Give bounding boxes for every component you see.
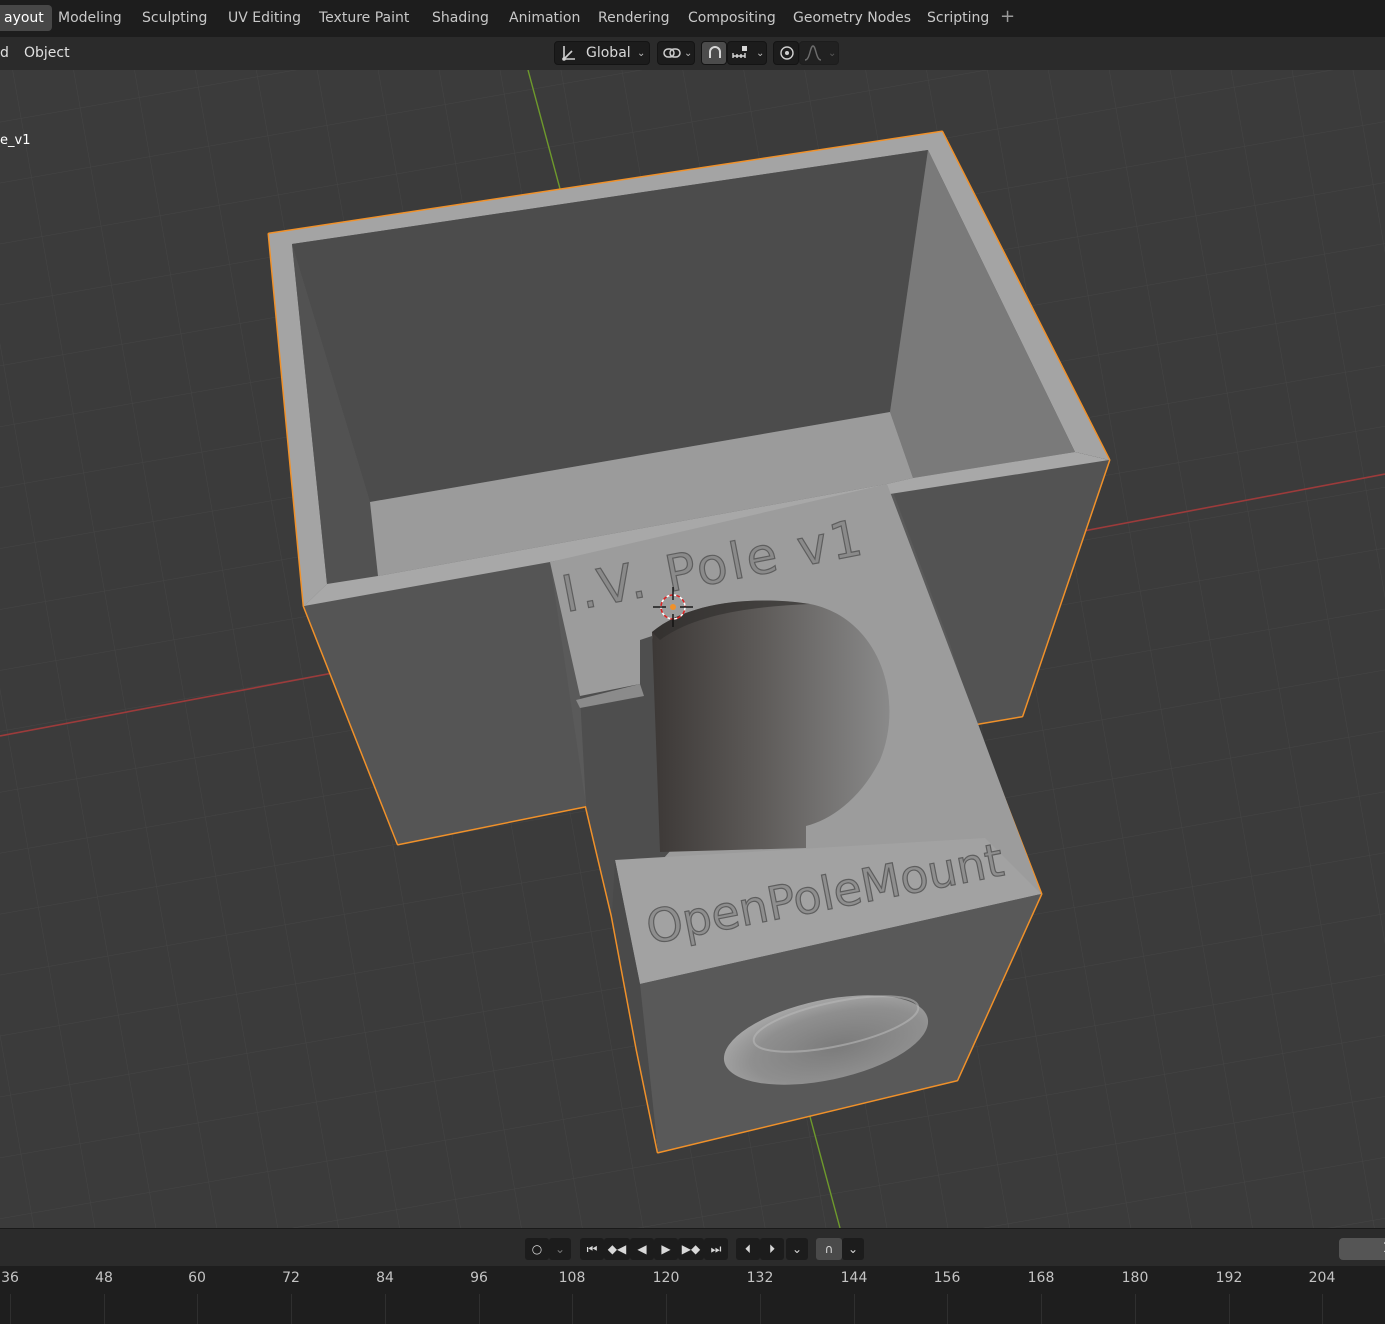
jump-end-icon: ⏭ <box>710 1242 722 1256</box>
ruler-label: 120 <box>652 1270 680 1286</box>
play-button[interactable]: ▶ <box>654 1238 678 1260</box>
ruler-label: 96 <box>470 1270 488 1286</box>
snap-target-dropdown[interactable]: ⌄ <box>727 41 767 65</box>
ruler-label: 204 <box>1308 1270 1336 1286</box>
ruler-gridline <box>1041 1294 1042 1324</box>
workspace-tab-bar: ayout Modeling Sculpting UV Editing Text… <box>0 0 1385 38</box>
ruler-gridline <box>760 1294 761 1324</box>
ruler-label: 84 <box>376 1270 394 1286</box>
ruler-gridline <box>854 1294 855 1324</box>
ruler-label: 132 <box>746 1270 774 1286</box>
transform-orientation-dropdown[interactable]: Global ⌄ <box>554 41 650 65</box>
ruler-label: 168 <box>1027 1270 1055 1286</box>
play-reverse-icon: ◀ <box>637 1242 647 1256</box>
snap-dropdown[interactable]: ⌄ <box>842 1238 864 1260</box>
ruler-gridline <box>947 1294 948 1324</box>
ruler-label: 48 <box>95 1270 113 1286</box>
snap-increment-icon <box>731 44 749 69</box>
timeline-header: ○ ⌄ ⏮ ◆◀ ◀ ▶ ▶◆ ⏭ ⏴ ⏵ ⌄ ∩ ⌄ 1 <box>0 1228 1385 1267</box>
chevron-down-icon: ⌄ <box>828 48 837 59</box>
proportional-edit-toggle[interactable] <box>773 41 799 65</box>
pivot-point-dropdown[interactable]: ⌄ <box>657 41 695 65</box>
3d-viewport[interactable]: I.V. Pole v1 OpenPoleMount e_v1 <box>0 70 1385 1228</box>
ruler-gridline <box>385 1294 386 1324</box>
ruler-gridline <box>10 1294 11 1324</box>
next-frame-icon: ⏵ <box>768 1242 775 1256</box>
snap-magnet-icon <box>706 44 724 69</box>
ruler-label: 60 <box>188 1270 206 1286</box>
play-icon: ▶ <box>661 1242 671 1256</box>
menu-add[interactable]: d <box>0 41 13 65</box>
tab-rendering[interactable]: Rendering <box>590 5 678 31</box>
ruler-label: 36 <box>1 1270 19 1286</box>
next-keyframe-button[interactable]: ▶◆ <box>678 1238 704 1260</box>
ruler-label: 180 <box>1121 1270 1149 1286</box>
tab-animation[interactable]: Animation <box>501 5 588 31</box>
ruler-gridline <box>572 1294 573 1324</box>
ruler-gridline <box>479 1294 480 1324</box>
chevron-down-icon: ⌄ <box>554 1242 566 1256</box>
play-reverse-button[interactable]: ◀ <box>630 1238 654 1260</box>
tab-uv-editing[interactable]: UV Editing <box>220 5 309 31</box>
next-keyframe-icon: ▶◆ <box>681 1242 701 1256</box>
prev-keyframe-button[interactable]: ◆◀ <box>604 1238 630 1260</box>
auto-snap-toggle[interactable]: ∩ <box>816 1238 842 1260</box>
tab-texture-paint[interactable]: Texture Paint <box>311 5 417 31</box>
transform-orientation-icon <box>561 42 577 71</box>
tab-layout[interactable]: ayout <box>0 5 52 31</box>
ruler-label: 144 <box>840 1270 868 1286</box>
falloff-curve-icon <box>804 44 822 69</box>
ruler-gridline <box>197 1294 198 1324</box>
snap-magnet-icon: ∩ <box>824 1242 834 1256</box>
ruler-gridline <box>1322 1294 1323 1324</box>
tab-shading[interactable]: Shading <box>424 5 497 31</box>
tab-modeling[interactable]: Modeling <box>50 5 130 31</box>
active-object-name: e_v1 <box>0 133 31 148</box>
prev-frame-icon: ⏴ <box>744 1242 751 1256</box>
prev-keyframe-icon: ◆◀ <box>607 1242 627 1256</box>
playback-dropdown[interactable]: ⌄ <box>786 1238 808 1260</box>
ruler-gridline <box>1229 1294 1230 1324</box>
orientation-label: Global <box>586 45 631 61</box>
tab-sculpting[interactable]: Sculpting <box>134 5 215 31</box>
jump-start-icon: ⏮ <box>586 1242 598 1256</box>
ruler-gridline <box>666 1294 667 1324</box>
tab-scripting[interactable]: Scripting <box>919 5 997 31</box>
next-frame-button[interactable]: ⏵ <box>760 1238 784 1260</box>
ruler-label: 108 <box>558 1270 586 1286</box>
tab-geometry-nodes[interactable]: Geometry Nodes <box>785 5 919 31</box>
jump-end-button[interactable]: ⏭ <box>704 1238 728 1260</box>
chevron-down-icon: ⌄ <box>756 48 765 59</box>
keying-toggle[interactable]: ○ <box>525 1238 549 1260</box>
current-frame-field[interactable]: 1 <box>1339 1238 1385 1260</box>
record-circle-icon: ○ <box>531 1242 543 1256</box>
chevron-down-icon: ⌄ <box>684 48 693 59</box>
ruler-label: 72 <box>282 1270 300 1286</box>
chevron-down-icon: ⌄ <box>847 1242 859 1256</box>
jump-start-button[interactable]: ⏮ <box>580 1238 604 1260</box>
ruler-label: 192 <box>1215 1270 1243 1286</box>
keying-dropdown[interactable]: ⌄ <box>549 1238 571 1260</box>
prev-frame-button[interactable]: ⏴ <box>736 1238 760 1260</box>
chevron-down-icon: ⌄ <box>637 48 646 59</box>
menu-object[interactable]: Object <box>20 41 74 65</box>
pivot-point-icon <box>663 44 681 69</box>
viewport-scene: I.V. Pole v1 OpenPoleMount <box>0 70 1385 1228</box>
proportional-falloff-dropdown[interactable]: ⌄ <box>799 41 839 65</box>
add-workspace-button[interactable]: + <box>1000 6 1015 27</box>
viewport-header: d Object Global ⌄ ⌄ ⌄ ⌄ <box>0 37 1385 70</box>
ruler-gridline <box>291 1294 292 1324</box>
ruler-gridline <box>1135 1294 1136 1324</box>
chevron-down-icon: ⌄ <box>791 1242 803 1256</box>
ruler-gridline <box>104 1294 105 1324</box>
timeline-ruler[interactable]: 36 48 60 72 84 96 108 120 132 144 156 16… <box>0 1266 1385 1324</box>
tab-compositing[interactable]: Compositing <box>680 5 784 31</box>
proportional-edit-icon <box>778 44 796 69</box>
snap-toggle[interactable] <box>701 41 727 65</box>
ruler-label: 156 <box>933 1270 961 1286</box>
